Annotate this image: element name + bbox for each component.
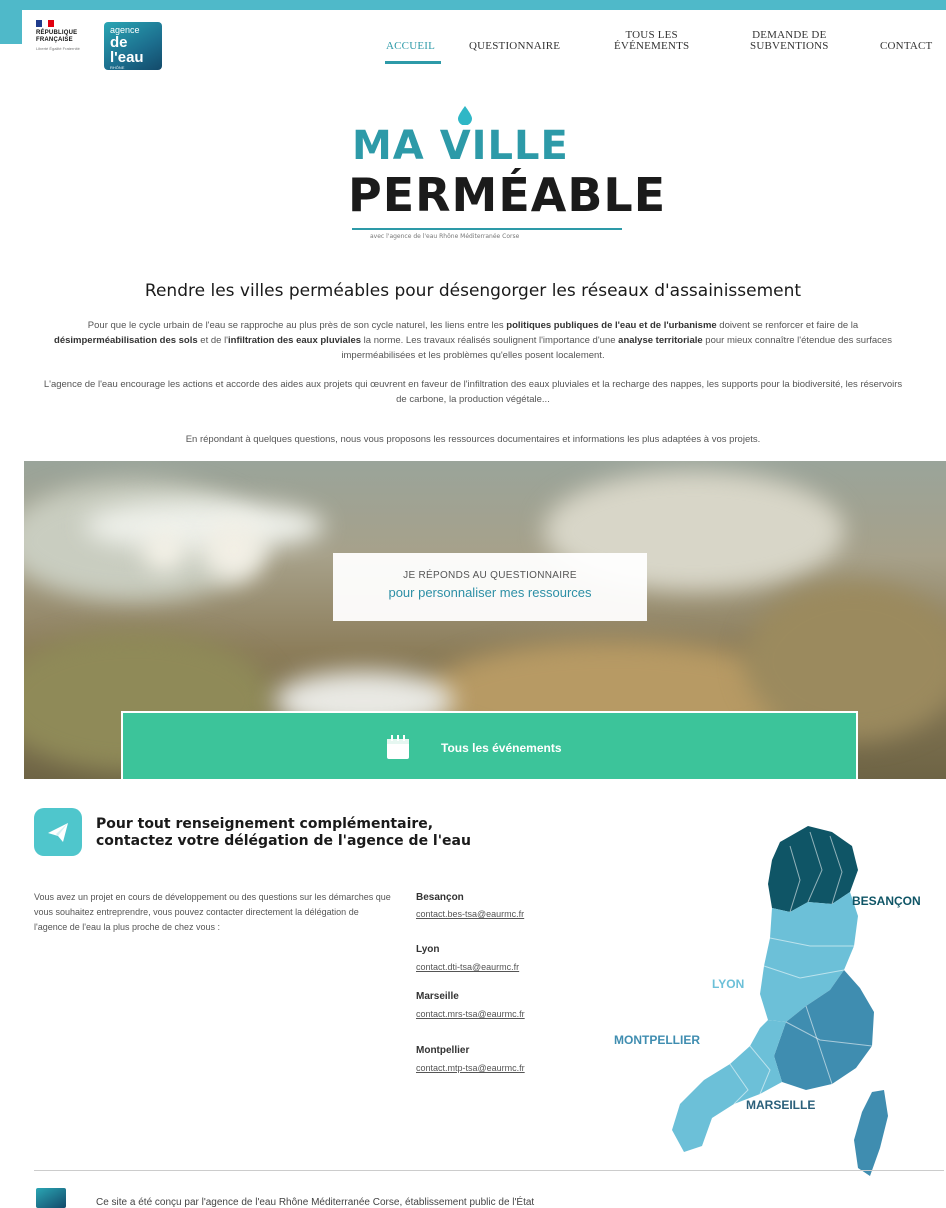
intro-emphasis: politiques publiques de l'eau et de l'ur… [506,320,717,331]
paper-plane-icon [48,823,68,842]
map-label-marseille: MARSEILLE [746,1098,816,1112]
intro-text: et de l' [197,335,228,346]
delegation-city: Lyon [416,944,440,955]
republique-francaise-logo[interactable]: RÉPUBLIQUE FRANÇAISE Liberté Égalité Fra… [36,20,92,76]
intro-emphasis: désimperméabilisation des sols [54,335,198,346]
footer-divider [34,1170,944,1171]
contact-title: Pour tout renseignement complémentaire, … [96,816,471,849]
map-label-montpellier: MONTPELLIER [614,1033,700,1047]
all-events-label: Tous les événements [441,741,562,755]
contact-intro: Vous avez un projet en cours de développ… [34,892,391,932]
republique-motto: Liberté Égalité Fraternité [36,46,80,51]
intro-paragraph-1: Pour que le cycle urbain de l'eau se rap… [40,318,906,363]
page-headline: Rendre les villes perméables pour déseng… [144,281,802,301]
intro-paragraph-2: L'agence de l'eau encourage les actions … [43,379,903,405]
brand-underline [352,228,622,230]
delegation-email[interactable]: contact.dti-tsa@eaurmc.fr [416,962,519,972]
nav-accueil[interactable]: ACCUEIL [386,41,435,52]
delegation-email[interactable]: contact.mrs-tsa@eaurmc.fr [416,1009,525,1019]
delegation-email[interactable]: contact.mtp-tsa@eaurmc.fr [416,1063,525,1073]
nav-demande-de-subventions[interactable]: DEMANDE DE SUBVENTIONS [750,30,829,52]
footer-agency-logo [36,1188,66,1208]
footer-text: Ce site a été conçu par l'agence de l'ea… [96,1197,535,1208]
all-events-button[interactable]: Tous les événements [121,711,858,779]
intro-paragraph-3: En répondant à quelques questions, nous … [185,434,761,445]
top-accent-bar [0,0,946,10]
brand-line1: MA VILLE [352,123,569,169]
top-accent-tab [0,10,22,44]
intro-emphasis: analyse territoriale [618,335,703,346]
intro-text: la norme. Les travaux réalisés soulignen… [361,335,619,346]
map-region-corsica [854,1090,888,1176]
intro-text: doivent se renforcer et faire de la [716,320,859,331]
delegation-email[interactable]: contact.bes-tsa@eaurmc.fr [416,909,524,919]
delegations-map [672,826,888,1176]
republique-name: RÉPUBLIQUE FRANÇAISE [36,30,78,43]
intro-emphasis: infiltration des eaux pluviales [228,335,362,346]
intro-text: Pour que le cycle urbain de l'eau se rap… [87,320,507,331]
brand-tagline: avec l'agence de l'eau Rhône Méditerrané… [370,233,520,240]
send-icon-badge [34,808,82,856]
calendar-icon [387,735,409,759]
nav-contact[interactable]: CONTACT [880,41,932,52]
delegation-city: Montpellier [416,1045,470,1056]
map-label-besancon: BESANÇON [852,894,921,908]
nav-questionnaire[interactable]: QUESTIONNAIRE [469,41,560,52]
map-label-lyon: LYON [712,977,745,991]
brand-line2: PERMÉABLE [348,168,667,222]
nav-active-indicator [385,61,441,64]
french-flag-icon [36,20,54,27]
delegation-city: Besançon [416,892,464,903]
delegation-city: Marseille [416,991,459,1002]
agence-de-l-eau-logo[interactable]: agence de l'eau RHÔNE MÉDITERRANÉE CORSE [104,22,162,80]
nav-tous-les-evenements[interactable]: TOUS LES ÉVÉNEMENTS [614,30,689,52]
questionnaire-cta-button[interactable]: JE RÉPONDS AU QUESTIONNAIRE pour personn… [333,553,647,621]
